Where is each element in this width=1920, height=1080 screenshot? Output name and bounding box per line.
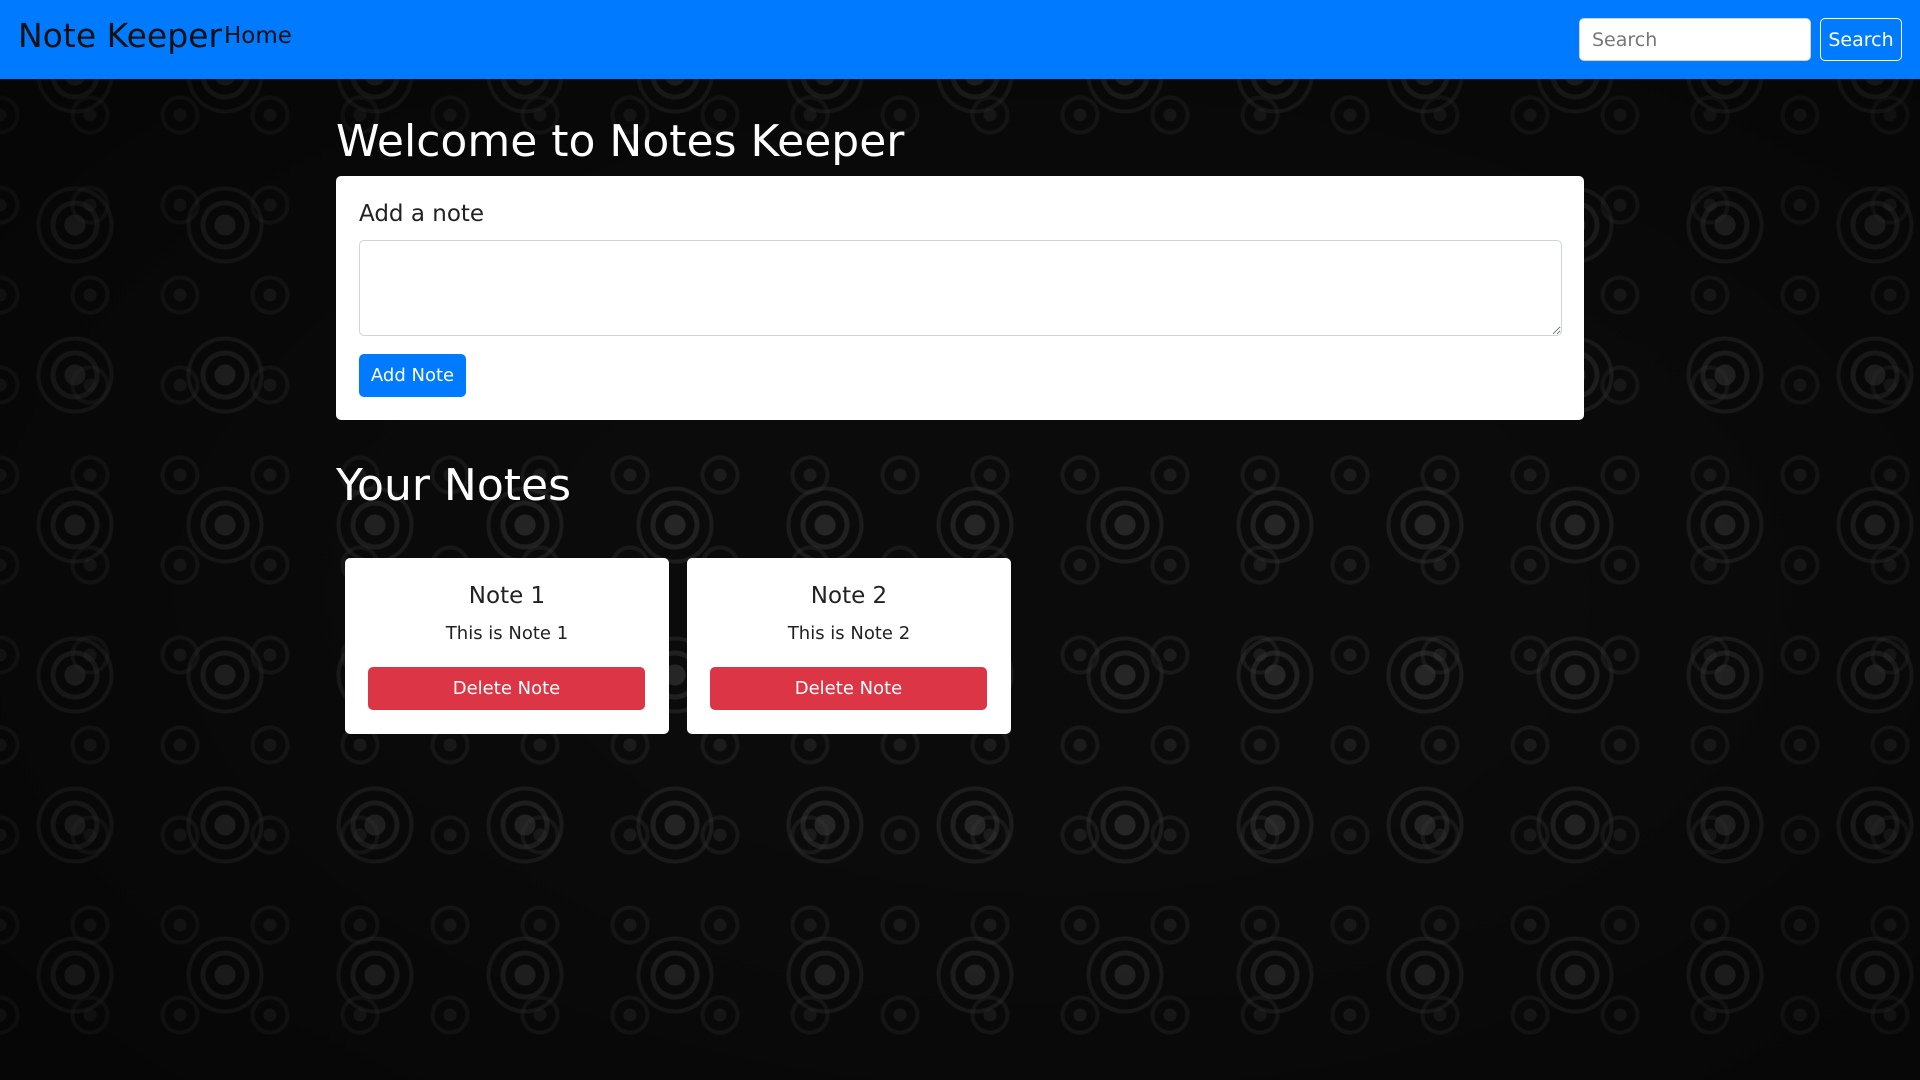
note-card: Note 2 This is Note 2 Delete Note [687,558,1011,734]
search-input[interactable] [1579,18,1811,61]
note-title: Note 1 [468,583,546,609]
page-title: Welcome to Notes Keeper [336,116,905,167]
note-card: Note 1 This is Note 1 Delete Note [345,558,669,734]
search-button[interactable]: Search [1820,18,1902,61]
main-content: Welcome to Notes Keeper Add a note Add N… [336,79,1584,734]
brand-title[interactable]: Note Keeper [18,14,222,58]
navbar: Note Keeper Home Search [0,0,1920,79]
add-note-button[interactable]: Add Note [359,354,466,397]
notes-heading: Your Notes [336,460,571,511]
note-text: This is Note 2 [787,623,911,644]
nav-link-home[interactable]: Home [224,20,292,52]
delete-note-button[interactable]: Delete Note [710,667,987,710]
note-text: This is Note 1 [445,623,569,644]
add-note-card: Add a note Add Note [336,176,1584,420]
note-textarea[interactable] [359,240,1562,336]
delete-note-button[interactable]: Delete Note [368,667,645,710]
add-note-title: Add a note [359,201,485,227]
note-title: Note 2 [810,583,888,609]
